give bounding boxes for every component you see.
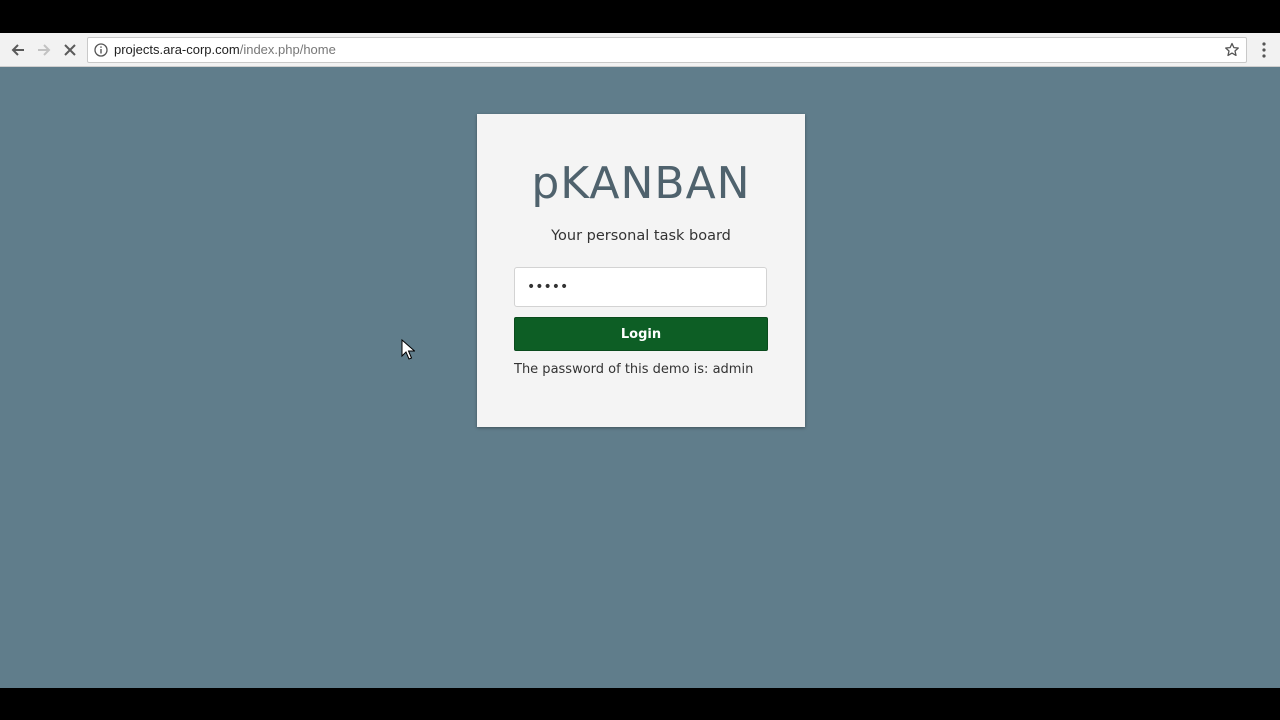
kebab-menu-icon[interactable] — [1256, 39, 1272, 61]
arrow-left-icon — [11, 44, 24, 56]
address-url[interactable]: projects.ara-corp.com/index.php/home — [114, 38, 336, 62]
address-bar[interactable]: projects.ara-corp.com/index.php/home — [87, 37, 1247, 63]
bottom-letterbox — [0, 688, 1280, 720]
password-input[interactable] — [514, 267, 767, 307]
star-icon[interactable] — [1224, 42, 1240, 58]
login-card: pKANBAN Your personal task board Login T… — [477, 114, 805, 427]
page-viewport: pKANBAN Your personal task board Login T… — [0, 67, 1280, 688]
demo-password-hint: The password of this demo is: admin — [514, 362, 754, 377]
app-tagline: Your personal task board — [551, 228, 731, 244]
login-button[interactable]: Login — [514, 317, 768, 351]
mouse-cursor-icon — [401, 339, 415, 360]
top-letterbox — [0, 0, 1280, 33]
url-path: /index.php/home — [239, 42, 336, 57]
app-title: pKANBAN — [531, 158, 751, 209]
info-icon[interactable] — [94, 43, 108, 57]
forward-button[interactable] — [32, 38, 56, 62]
stop-loading-button[interactable] — [58, 38, 82, 62]
url-host: projects.ara-corp.com — [114, 42, 240, 57]
arrow-right-icon — [38, 44, 51, 56]
back-button[interactable] — [6, 38, 30, 62]
browser-toolbar: projects.ara-corp.com/index.php/home — [0, 33, 1280, 67]
close-icon — [64, 44, 76, 56]
